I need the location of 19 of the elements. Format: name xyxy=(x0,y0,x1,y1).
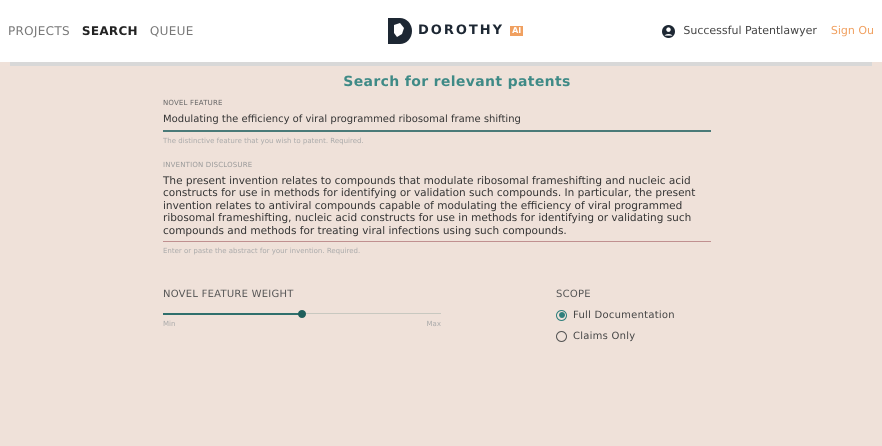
nav-tab[interactable]: PROJECTS xyxy=(8,22,70,40)
scope-label: SCOPE xyxy=(556,288,592,302)
user-name: Successful Patentlawyer xyxy=(683,22,817,39)
logo-badge: AI xyxy=(510,26,524,36)
nav-tab[interactable]: SEARCH xyxy=(82,22,138,40)
radio-button[interactable] xyxy=(556,310,567,320)
radio-label: Full Documentation xyxy=(573,308,675,322)
slider-thumb[interactable] xyxy=(298,310,306,318)
logo-text: DOROTHY xyxy=(418,22,504,40)
disclosure-field[interactable]: The present invention relates to compounds that modulate ribosomal frameshifting and nucleic acid constructs for use in methods for identifying or validation such compounds. In particular, the present invention relates to antiviral compounds capable of modulating the efficiency of viral programmed ribosomal frameshifting, nucleic acid constructs for use in methods for identifying or validating such compounds and methods for treating viral infections using such compounds. xyxy=(163,170,711,242)
radio-label: Claims Only xyxy=(573,330,636,344)
page-title: Search for relevant patents xyxy=(342,73,572,92)
radio-button[interactable] xyxy=(556,330,567,342)
user-icon xyxy=(662,24,676,38)
nav-tab[interactable]: QUEUE xyxy=(150,22,194,40)
novel-feature-field[interactable]: Modulating the efficiency of viral programmed ribosomal frame shifting xyxy=(163,108,711,132)
logo-icon xyxy=(386,17,412,45)
weight-slider[interactable] xyxy=(163,308,441,318)
weight-label: NOVEL FEATURE WEIGHT xyxy=(163,288,295,302)
